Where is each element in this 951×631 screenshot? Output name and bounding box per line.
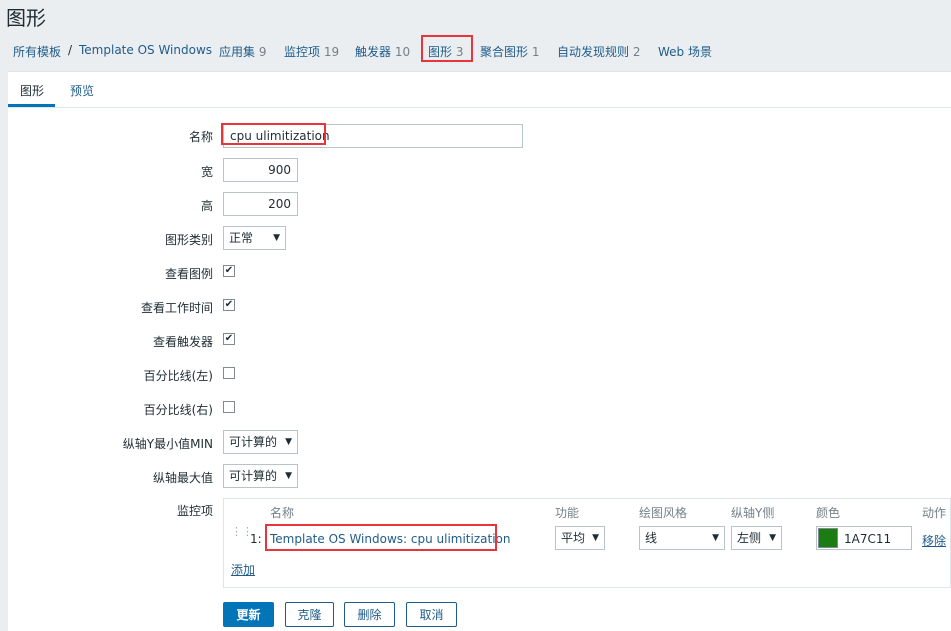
ymin-select[interactable]: 可计算的 ▼ [223,430,298,454]
col-header-action: 动作 [922,506,947,520]
nav-screens-count: 1 [531,45,540,59]
ymax-value: 可计算的 [229,469,278,483]
item-function-select[interactable]: 平均 ▼ [555,526,605,550]
height-input[interactable] [223,192,298,216]
nav-triggers-label: 触发器 [355,45,392,59]
item-name-highlight [265,524,497,551]
active-tab-indicator [8,104,55,107]
remove-item-link[interactable]: 移除 [922,532,946,549]
tab-bar: 图形 预览 [8,72,951,108]
nav-screens[interactable]: 聚合图形 1 [480,43,539,60]
item-y-axis-side-select[interactable]: 左侧 ▼ [731,526,782,550]
nav-items-label: 监控项 [284,45,321,59]
tab-graph[interactable]: 图形 [20,82,44,99]
chevron-down-icon: ▼ [592,533,599,543]
col-header-name: 名称 [270,506,295,520]
nav-applications-label: 应用集 [219,45,256,59]
item-function-value: 平均 [561,531,586,545]
graph-type-value: 正常 [229,231,254,245]
chevron-down-icon: ▼ [712,533,719,543]
percentile-left-label: 百分比线(左) [143,369,213,383]
chevron-down-icon: ▼ [285,437,292,447]
height-label: 高 [200,199,213,213]
breadcrumb-all-templates[interactable]: 所有模板 [13,43,61,60]
show-legend-label: 查看图例 [164,267,213,281]
chevron-down-icon: ▼ [285,471,292,481]
ymax-label: 纵轴最大值 [152,471,213,485]
nav-items-count: 19 [323,45,340,59]
nav-web-scenarios-label: Web 场景 [658,45,712,59]
graph-form-panel: 图形 预览 名称 宽 高 图形类别 正常 ▼ 查看图例 ✔ 查看工作时间 ✔ 查… [8,71,951,631]
name-label: 名称 [188,130,213,144]
graph-type-select[interactable]: 正常 ▼ [223,226,286,250]
nav-discovery-rules-count: 2 [632,45,641,59]
nav-discovery-rules[interactable]: 自动发现规则 2 [557,43,640,60]
ymin-label: 纵轴Y最小值MIN [122,437,213,451]
clone-button[interactable]: 克隆 [285,602,334,627]
show-triggers-checkbox[interactable]: ✔ [223,333,235,345]
nav-applications-count: 9 [258,45,267,59]
item-row-number: 1: [250,532,262,546]
graph-items-table: 名称 功能 绘图风格 纵轴Y侧 颜色 动作 ⋮⋮ 1: Template OS … [223,498,951,588]
show-triggers-label: 查看触发器 [152,335,213,349]
chevron-down-icon: ▼ [273,233,280,243]
delete-button[interactable]: 删除 [344,602,395,627]
col-header-draw-style: 绘图风格 [639,506,688,520]
item-draw-style-value: 线 [645,531,658,545]
add-item-link[interactable]: 添加 [231,561,255,578]
percentile-right-label: 百分比线(右) [143,403,213,417]
width-label: 宽 [200,165,213,179]
item-color-value: 1A7C11 [844,532,892,546]
ymin-value: 可计算的 [229,435,278,449]
width-input[interactable] [223,158,298,182]
item-draw-style-select[interactable]: 线 ▼ [639,526,725,550]
show-working-time-label: 查看工作时间 [140,301,213,315]
percentile-left-checkbox[interactable] [223,367,235,379]
page-title: 图形 [6,6,46,30]
nav-web-scenarios[interactable]: Web 场景 [658,43,712,60]
col-header-y-axis-side: 纵轴Y侧 [731,506,775,520]
item-y-axis-side-value: 左侧 [737,531,762,545]
breadcrumb-separator: / [68,43,73,57]
percentile-right-checkbox[interactable] [223,401,235,413]
ymax-select[interactable]: 可计算的 ▼ [223,464,298,488]
breadcrumb: 所有模板 / Template OS Windows 应用集 9 监控项 19 … [0,34,951,67]
item-color-swatch[interactable] [818,528,838,548]
tab-preview[interactable]: 预览 [70,82,94,99]
nav-triggers[interactable]: 触发器 10 [355,43,410,60]
name-highlight [221,123,326,145]
nav-items[interactable]: 监控项 19 [284,43,339,60]
nav-triggers-count: 10 [394,45,411,59]
show-working-time-checkbox[interactable]: ✔ [223,299,235,311]
graph-type-label: 图形类别 [164,233,213,247]
drag-handle-icon[interactable]: ⋮⋮ [231,526,253,543]
nav-applications[interactable]: 应用集 9 [219,43,266,60]
show-legend-checkbox[interactable]: ✔ [223,265,235,277]
breadcrumb-template[interactable]: Template OS Windows [79,43,212,57]
col-header-color: 颜色 [816,506,841,520]
items-label: 监控项 [176,504,213,518]
nav-discovery-rules-label: 自动发现规则 [557,45,630,59]
update-button[interactable]: 更新 [223,602,274,627]
cancel-button[interactable]: 取消 [406,602,457,627]
col-header-function: 功能 [555,506,580,520]
chevron-down-icon: ▼ [769,533,776,543]
nav-screens-label: 聚合图形 [480,45,529,59]
graphs-nav-highlight [421,35,473,62]
